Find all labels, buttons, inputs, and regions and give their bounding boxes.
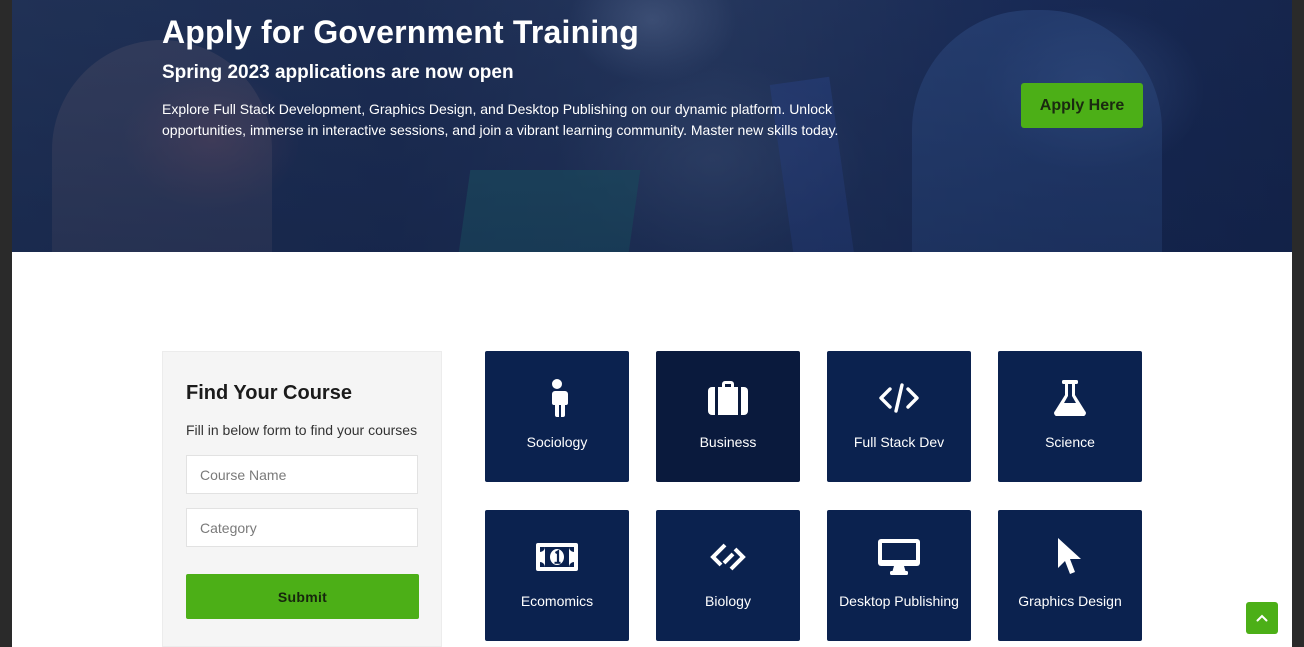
course-tile-label: Science xyxy=(1045,434,1095,450)
course-tile-label: Business xyxy=(699,434,757,450)
money-bill-icon xyxy=(485,535,629,579)
course-finder-title: Find Your Course xyxy=(186,382,352,404)
course-name-input[interactable] xyxy=(186,455,418,494)
course-tile-full-stack-dev[interactable]: Full Stack Dev xyxy=(827,351,971,482)
course-tile-label: Sociology xyxy=(526,434,588,450)
hero-title: Apply for Government Training xyxy=(162,14,639,50)
course-tile-graphics-design[interactable]: Graphics Design xyxy=(998,510,1142,641)
hero-description: Explore Full Stack Development, Graphics… xyxy=(162,101,839,138)
scroll-to-top-button[interactable] xyxy=(1246,602,1278,634)
course-tile-label: Biology xyxy=(705,593,751,609)
course-tile-label: Full Stack Dev xyxy=(853,434,945,450)
course-tile-business[interactable]: Business xyxy=(656,351,800,482)
hero-banner: Apply for Government Training Spring 202… xyxy=(12,0,1292,252)
course-finder-form: Find Your Course Fill in below form to f… xyxy=(162,351,442,647)
course-tile-sociology[interactable]: Sociology xyxy=(485,351,629,482)
course-tile-label: Graphics Design xyxy=(1018,593,1122,609)
chevron-up-icon xyxy=(1256,614,1268,622)
course-tile-label: Ecomomics xyxy=(520,593,594,609)
code-icon xyxy=(827,376,971,420)
course-finder-subtitle: Fill in below form to find your courses xyxy=(186,422,418,438)
page: Apply for Government Training Spring 202… xyxy=(12,0,1292,647)
course-tile-science[interactable]: Science xyxy=(998,351,1142,482)
apply-button[interactable]: Apply Here xyxy=(1021,83,1143,128)
mouse-pointer-icon xyxy=(998,535,1142,579)
submit-button[interactable]: Submit xyxy=(186,574,419,619)
category-input[interactable] xyxy=(186,508,418,547)
dna-icon xyxy=(656,535,800,579)
person-icon xyxy=(485,376,629,420)
flask-icon xyxy=(998,376,1142,420)
hero-subtitle: Spring 2023 applications are now open xyxy=(162,62,514,83)
course-tile-biology[interactable]: Biology xyxy=(656,510,800,641)
course-tile-desktop-publishing[interactable]: Desktop Publishing xyxy=(827,510,971,641)
course-tile-label: Desktop Publishing xyxy=(839,593,959,609)
course-tile-economics[interactable]: Ecomomics xyxy=(485,510,629,641)
briefcase-icon xyxy=(656,376,800,420)
desktop-icon xyxy=(827,535,971,579)
course-category-grid: Sociology Business Full Stack Dev Scienc… xyxy=(485,351,1145,647)
